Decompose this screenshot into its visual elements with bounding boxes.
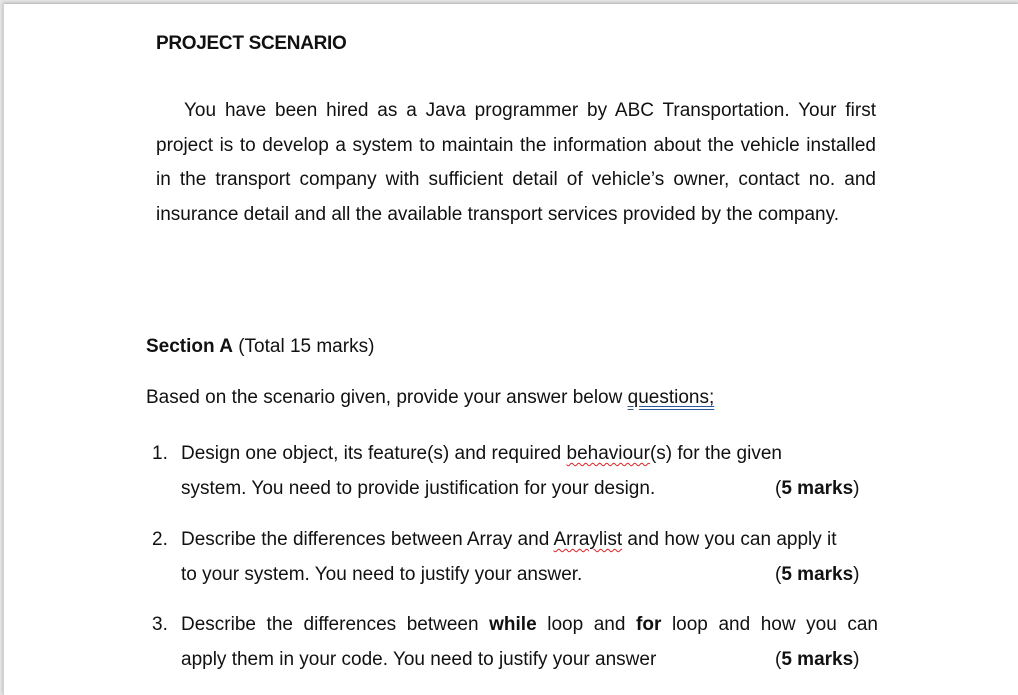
text: apply them in your code. You need to jus… <box>181 649 657 670</box>
text: Describe the differences between Array a… <box>181 529 554 550</box>
question-2: 2. Describe the differences between Arra… <box>152 522 878 592</box>
question-line-2: to your system. You need to justify your… <box>181 557 878 592</box>
question-line-2: apply them in your code. You need to jus… <box>181 642 878 677</box>
text: Design one object, its feature(s) and re… <box>181 443 567 464</box>
text: loop and how you can <box>661 614 879 635</box>
question-1: 1. Design one object, its feature(s) and… <box>152 436 878 506</box>
question-number: 3. <box>152 614 168 635</box>
bold-keyword-for: for <box>636 614 662 635</box>
question-line-2: system. You need to provide justificatio… <box>181 471 878 506</box>
text: (s) for the given <box>649 443 782 464</box>
intro-underlined-word: questions; <box>627 387 715 408</box>
question-marks: (5 marks) <box>775 649 860 670</box>
scenario-text: You have been hired as a Java programmer… <box>156 100 876 225</box>
question-number: 2. <box>152 529 168 550</box>
question-3: 3. Describe the differences between whil… <box>152 607 878 677</box>
question-number: 1. <box>152 443 168 464</box>
text: and how you can apply it <box>622 529 837 550</box>
text: Describe the differences between <box>181 614 490 635</box>
spelling-flagged-word[interactable]: behaviour <box>567 443 650 464</box>
spelling-flagged-word[interactable]: Arraylist <box>554 529 623 550</box>
section-label: Section A <box>146 336 233 357</box>
section-total: (Total 15 marks) <box>238 336 375 357</box>
question-marks: (5 marks) <box>775 478 860 499</box>
text: loop and <box>536 614 637 635</box>
marks-value: 5 marks <box>781 564 854 585</box>
scenario-paragraph: You have been hired as a Java programmer… <box>156 94 876 232</box>
section-heading: Section A (Total 15 marks) <box>146 336 374 358</box>
document-page: PROJECT SCENARIO You have been hired as … <box>3 4 1018 695</box>
marks-value: 5 marks <box>781 478 854 499</box>
questions-intro: Based on the scenario given, provide you… <box>146 387 714 409</box>
intro-text: Based on the scenario given, provide you… <box>146 387 628 408</box>
question-marks: (5 marks) <box>775 564 860 585</box>
page-heading: PROJECT SCENARIO <box>156 33 347 54</box>
question-line-1: Describe the differences between Array a… <box>181 522 878 557</box>
marks-value: 5 marks <box>781 649 854 670</box>
question-line-1: Describe the differences between while l… <box>181 607 878 642</box>
question-line-1: Design one object, its feature(s) and re… <box>181 436 878 471</box>
text: to your system. You need to justify your… <box>181 564 583 585</box>
bold-keyword-while: while <box>489 614 537 635</box>
text: system. You need to provide justificatio… <box>181 478 656 499</box>
